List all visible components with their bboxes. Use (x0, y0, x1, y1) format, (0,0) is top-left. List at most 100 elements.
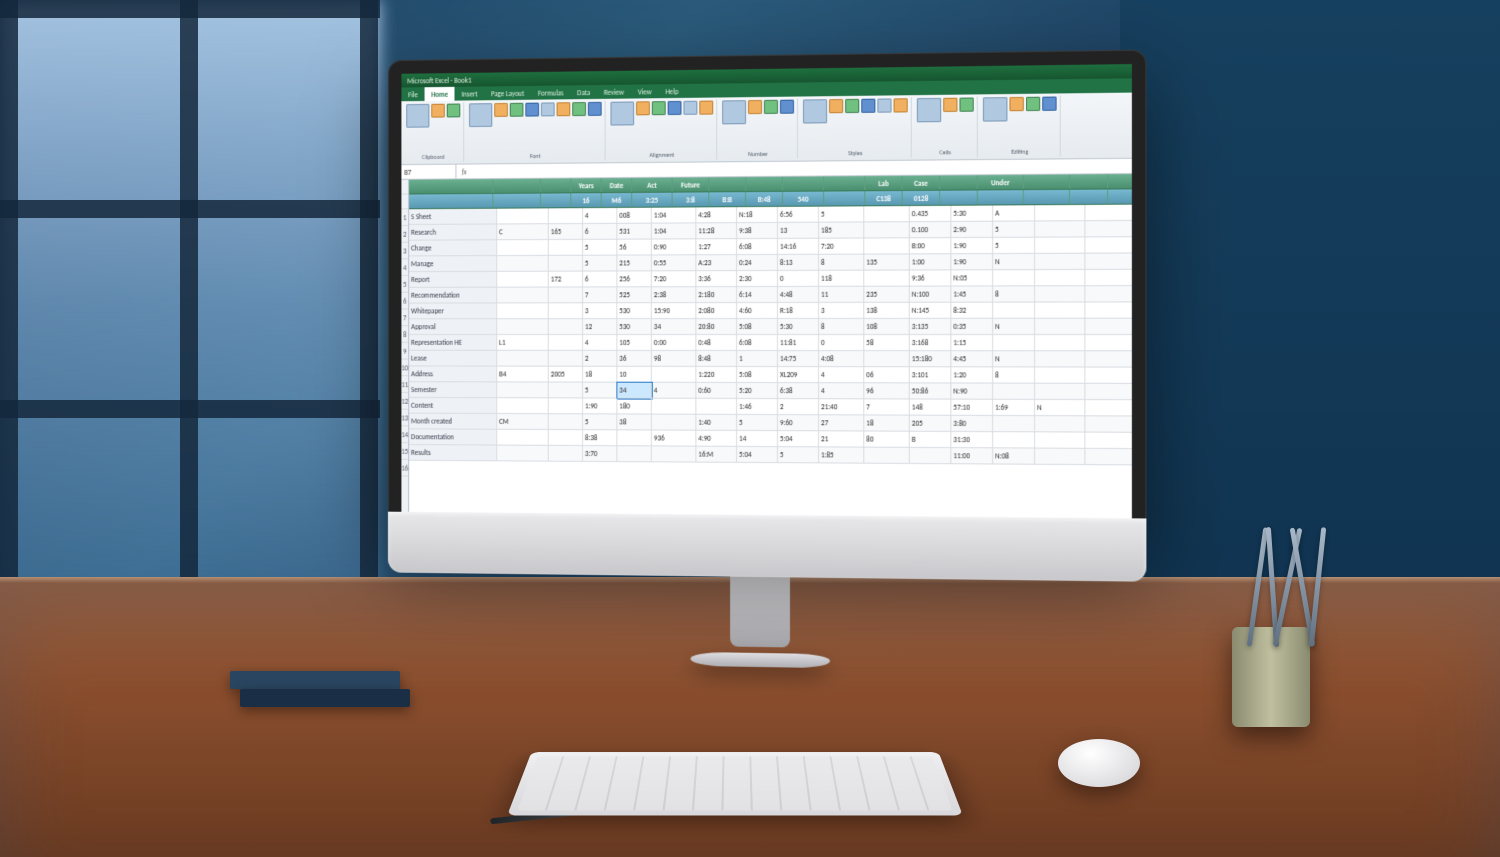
column-header[interactable]: 3:25 (632, 193, 672, 207)
column-header[interactable]: Case (903, 176, 941, 190)
cell[interactable]: N:05 (951, 270, 993, 286)
column-header[interactable]: 3:8 (673, 192, 710, 206)
ribbon-button-icon[interactable] (494, 103, 508, 117)
ribbon-button-icon[interactable] (469, 103, 492, 127)
cell[interactable] (1086, 433, 1132, 450)
ribbon-button-icon[interactable] (894, 98, 908, 112)
cell[interactable] (1035, 237, 1085, 253)
cell[interactable]: 3 (583, 303, 617, 319)
cell[interactable]: 2:180 (696, 287, 737, 303)
cell[interactable]: 2 (778, 399, 819, 415)
row-label[interactable]: Research (409, 224, 497, 240)
cell[interactable]: 50:86 (910, 383, 952, 399)
cell[interactable]: 530 (617, 319, 651, 335)
row-label[interactable]: Content (409, 398, 497, 414)
cell[interactable]: 008 (617, 208, 651, 224)
row-header[interactable]: 8 (401, 326, 408, 343)
row-header[interactable]: 3 (401, 243, 408, 260)
ribbon-button-icon[interactable] (959, 97, 973, 111)
cell[interactable] (1086, 205, 1132, 222)
cell[interactable] (1035, 351, 1085, 367)
cell[interactable]: 8:38 (583, 430, 617, 446)
cell[interactable]: 138 (864, 303, 909, 319)
ribbon-button-icon[interactable] (588, 102, 602, 116)
cell[interactable] (1035, 367, 1085, 383)
column-header[interactable] (709, 177, 746, 191)
cell[interactable] (864, 206, 909, 222)
cell[interactable] (652, 367, 697, 383)
cell[interactable] (652, 446, 697, 462)
cell[interactable]: 7 (583, 287, 617, 303)
table-row[interactable]: Report17262567:203:362:3001189:36N:05 (409, 269, 1132, 288)
cell[interactable]: 58 (864, 335, 909, 351)
cell[interactable]: 5:30 (951, 206, 993, 222)
ribbon-button-icon[interactable] (510, 103, 524, 117)
column-header[interactable] (1108, 189, 1132, 204)
cell[interactable] (993, 384, 1035, 400)
cell[interactable]: 8:32 (951, 303, 993, 319)
cell[interactable] (497, 256, 549, 272)
cell[interactable] (1086, 368, 1132, 384)
column-header[interactable] (493, 194, 541, 208)
cell[interactable]: CM (497, 414, 549, 430)
ribbon-button-icon[interactable] (917, 98, 941, 122)
column-header[interactable] (493, 179, 541, 193)
cell[interactable]: 18 (583, 367, 617, 383)
cell[interactable] (497, 303, 549, 319)
ribbon-button-icon[interactable] (683, 101, 697, 115)
cell[interactable]: XL209 (778, 367, 819, 383)
cell[interactable]: 108 (864, 319, 909, 335)
cell[interactable] (549, 446, 583, 462)
cell[interactable]: 6 (583, 271, 617, 287)
cell[interactable] (993, 432, 1035, 448)
cell[interactable]: 2:90 (951, 222, 993, 238)
cell[interactable] (497, 382, 549, 398)
cell[interactable]: 5:08 (737, 319, 778, 335)
cell[interactable]: N:100 (910, 287, 952, 303)
column-header[interactable] (1108, 174, 1132, 188)
cell[interactable]: 2 (583, 351, 617, 367)
cell[interactable] (617, 430, 651, 446)
cell[interactable]: 12 (583, 319, 617, 335)
cell[interactable] (1035, 270, 1085, 286)
cell[interactable]: 4:48 (778, 287, 819, 303)
cell[interactable] (864, 222, 909, 238)
cell[interactable] (1086, 384, 1132, 400)
column-header[interactable] (1024, 175, 1070, 190)
cell[interactable]: 5:30 (778, 319, 819, 335)
cell[interactable]: 38 (617, 414, 651, 430)
cell[interactable]: 5 (993, 238, 1035, 254)
cell[interactable]: 6:56 (778, 207, 819, 223)
cell[interactable]: 8 (993, 367, 1035, 383)
cell[interactable] (1035, 286, 1085, 302)
cell[interactable]: 1:40 (696, 415, 737, 431)
fx-icon[interactable]: fx (456, 167, 471, 176)
tab-view[interactable]: View (631, 84, 659, 98)
ribbon-button-icon[interactable] (431, 104, 445, 118)
column-header[interactable]: Date (602, 178, 632, 192)
cell[interactable]: 4 (583, 208, 617, 224)
ribbon-button-icon[interactable] (943, 98, 957, 112)
column-header[interactable]: Years (571, 178, 601, 192)
row-header[interactable]: 16 (401, 460, 408, 477)
cell[interactable]: 1:220 (696, 367, 737, 383)
cell[interactable] (652, 399, 697, 415)
cell[interactable]: 531 (617, 224, 651, 240)
cell[interactable]: 14:16 (778, 239, 819, 255)
cell[interactable]: 1:04 (652, 207, 697, 223)
ribbon-button-icon[interactable] (699, 101, 713, 115)
cell[interactable]: 14 (737, 431, 778, 447)
cell[interactable]: 5 (737, 415, 778, 431)
column-header[interactable]: 0128 (903, 191, 941, 205)
cell[interactable]: 4 (819, 383, 864, 399)
name-box[interactable]: B7 (401, 165, 456, 179)
cell[interactable]: L1 (497, 335, 549, 351)
cell[interactable]: 8:13 (778, 255, 819, 271)
cell[interactable]: 1:90 (951, 238, 993, 254)
column-header[interactable]: 16 (571, 193, 601, 207)
cell[interactable]: 4 (583, 335, 617, 351)
ribbon-button-icon[interactable] (525, 103, 539, 117)
cell[interactable] (497, 319, 549, 335)
ribbon-button-icon[interactable] (652, 101, 666, 115)
cell[interactable] (864, 448, 909, 464)
